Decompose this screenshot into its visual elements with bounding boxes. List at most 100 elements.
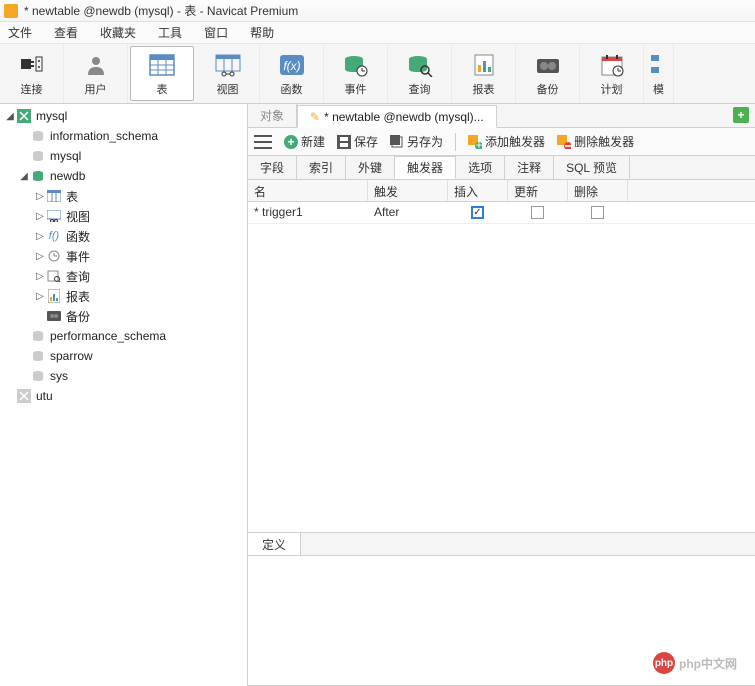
toolbar-view[interactable]: 视图 xyxy=(196,44,260,103)
main-area: ◢ mysql information_schema mysql ◢ newdb… xyxy=(0,104,755,686)
action-save[interactable]: 保存 xyxy=(337,133,378,150)
expand-icon[interactable]: ▷ xyxy=(34,231,46,242)
table-icon xyxy=(46,189,62,203)
tab-editing-table[interactable]: ✎ * newtable @newdb (mysql)... xyxy=(297,105,497,128)
tree-queries[interactable]: ▷ 查询 xyxy=(0,266,247,286)
toolbar-table[interactable]: 表 xyxy=(130,46,194,101)
edit-icon: ✎ xyxy=(310,110,320,124)
database-icon xyxy=(30,169,46,183)
header-trigger[interactable]: 触发 xyxy=(368,180,448,201)
subtab-field[interactable]: 字段 xyxy=(248,156,297,179)
tree-tables[interactable]: ▷ 表 xyxy=(0,186,247,206)
menu-tools[interactable]: 工具 xyxy=(158,24,182,41)
event-icon xyxy=(342,51,370,79)
expand-icon[interactable]: ▷ xyxy=(34,251,46,262)
plug-icon xyxy=(18,51,46,79)
toolbar-connect[interactable]: 连接 xyxy=(0,44,64,103)
collapse-icon[interactable]: ◢ xyxy=(4,111,16,122)
tab-objects[interactable]: 对象 xyxy=(248,104,297,127)
tree-conn-mysql[interactable]: ◢ mysql xyxy=(0,106,247,126)
tree-events[interactable]: ▷ 事件 xyxy=(0,246,247,266)
add-tab-button[interactable]: + xyxy=(733,107,749,123)
header-delete[interactable]: 删除 xyxy=(568,180,628,201)
plus-icon: + xyxy=(284,135,298,149)
action-saveas[interactable]: 另存为 xyxy=(390,133,443,150)
query-icon xyxy=(46,269,62,283)
checkbox-insert[interactable] xyxy=(471,206,484,219)
menu-icon[interactable] xyxy=(254,135,272,149)
action-bar: +新建 保存 另存为 +添加触发器 删除触发器 xyxy=(248,128,755,156)
tree-db-newdb[interactable]: ◢ newdb xyxy=(0,166,247,186)
trigger-grid-body[interactable]: * trigger1 After xyxy=(248,202,755,532)
subtab-option[interactable]: 选项 xyxy=(456,156,505,179)
cell-delete[interactable] xyxy=(568,202,628,223)
php-logo-icon: php xyxy=(653,652,675,674)
checkbox-delete[interactable] xyxy=(591,206,604,219)
svg-text:f(x): f(x) xyxy=(283,59,300,73)
menu-favorites[interactable]: 收藏夹 xyxy=(100,24,136,41)
header-name[interactable]: 名 xyxy=(248,180,368,201)
content-area: 对象 ✎ * newtable @newdb (mysql)... + +新建 … xyxy=(248,104,755,686)
event-icon xyxy=(46,249,62,263)
subtab-sqlpreview[interactable]: SQL 预览 xyxy=(554,156,630,179)
tree-db-sys[interactable]: sys xyxy=(0,366,247,386)
collapse-icon[interactable]: ◢ xyxy=(18,171,30,182)
function-icon: f() xyxy=(46,229,62,243)
expand-icon[interactable]: ▷ xyxy=(34,191,46,202)
cell-trigger[interactable]: After xyxy=(368,202,448,223)
database-icon xyxy=(30,369,46,383)
tree-conn-utu[interactable]: utu xyxy=(0,386,247,406)
expand-icon[interactable]: ▷ xyxy=(34,291,46,302)
app-icon xyxy=(4,4,18,18)
view-icon xyxy=(46,209,62,223)
trigger-grid-header: 名 触发 插入 更新 删除 xyxy=(248,180,755,202)
tree-views[interactable]: ▷ 视图 xyxy=(0,206,247,226)
subtab-fk[interactable]: 外键 xyxy=(346,156,395,179)
toolbar-query[interactable]: 查询 xyxy=(388,44,452,103)
backup-icon xyxy=(46,309,62,323)
database-icon xyxy=(30,329,46,343)
tree-backups[interactable]: 备份 xyxy=(0,306,247,326)
subtab-comment[interactable]: 注释 xyxy=(505,156,554,179)
cell-insert[interactable] xyxy=(448,202,508,223)
menu-window[interactable]: 窗口 xyxy=(204,24,228,41)
menu-help[interactable]: 帮助 xyxy=(250,24,274,41)
tree-db-mysql[interactable]: mysql xyxy=(0,146,247,166)
tree-db-sparrow[interactable]: sparrow xyxy=(0,346,247,366)
expand-icon[interactable]: ▷ xyxy=(34,211,46,222)
def-tab-definition[interactable]: 定义 xyxy=(248,533,301,555)
cell-name[interactable]: * trigger1 xyxy=(248,202,368,223)
menu-file[interactable]: 文件 xyxy=(8,24,32,41)
tree-reports[interactable]: ▷ 报表 xyxy=(0,286,247,306)
subtab-index[interactable]: 索引 xyxy=(297,156,346,179)
toolbar-event[interactable]: 事件 xyxy=(324,44,388,103)
action-new[interactable]: +新建 xyxy=(284,133,325,150)
titlebar: * newtable @newdb (mysql) - 表 - Navicat … xyxy=(0,0,755,22)
header-insert[interactable]: 插入 xyxy=(448,180,508,201)
toolbar-report[interactable]: 报表 xyxy=(452,44,516,103)
tree-db-infoschema[interactable]: information_schema xyxy=(0,126,247,146)
action-delete-trigger[interactable]: 删除触发器 xyxy=(557,133,634,150)
subtab-trigger[interactable]: 触发器 xyxy=(395,156,456,179)
report-icon xyxy=(470,51,498,79)
user-icon xyxy=(82,51,110,79)
toolbar-function[interactable]: f(x) 函数 xyxy=(260,44,324,103)
toolbar-model[interactable]: 模 xyxy=(644,44,674,103)
expand-icon[interactable]: ▷ xyxy=(34,271,46,282)
checkbox-update[interactable] xyxy=(531,206,544,219)
menu-view[interactable]: 查看 xyxy=(54,24,78,41)
toolbar-user[interactable]: 用户 xyxy=(64,44,128,103)
action-add-trigger[interactable]: +添加触发器 xyxy=(468,133,545,150)
toolbar-backup[interactable]: 备份 xyxy=(516,44,580,103)
header-update[interactable]: 更新 xyxy=(508,180,568,201)
cell-update[interactable] xyxy=(508,202,568,223)
tree-functions[interactable]: ▷ f() 函数 xyxy=(0,226,247,246)
svg-text:+: + xyxy=(476,138,483,149)
trigger-row[interactable]: * trigger1 After xyxy=(248,202,755,224)
toolbar-plan[interactable]: 计划 xyxy=(580,44,644,103)
connection-tree[interactable]: ◢ mysql information_schema mysql ◢ newdb… xyxy=(0,104,248,686)
tree-db-perfschema[interactable]: performance_schema xyxy=(0,326,247,346)
add-trigger-icon: + xyxy=(468,135,482,149)
database-icon xyxy=(30,129,46,143)
report-icon xyxy=(46,289,62,303)
